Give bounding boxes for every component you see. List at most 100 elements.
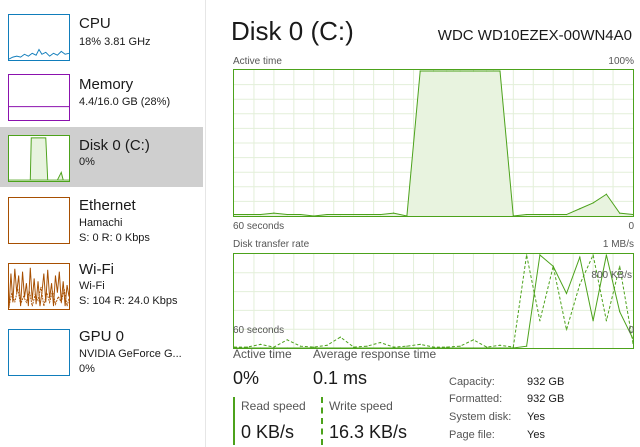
page-title: Disk 0 (C:): [231, 16, 354, 46]
read-speed-label: Read speed: [241, 399, 306, 413]
write-speed-point: [605, 320, 607, 322]
transfer-rate-graph-max: 1 MB/s: [602, 239, 634, 250]
page-file-value: Yes: [527, 429, 545, 441]
formatted-label: Formatted:: [449, 393, 503, 405]
write-speed-point: [472, 339, 474, 341]
sidebar-item-detail: 18% 3.81 GHz: [79, 36, 151, 48]
memory-thumbnail-graph: [8, 74, 70, 121]
disk-detail-panel: Disk 0 (C:) WDC WD10EZEX-00WN4A0 Active …: [206, 0, 640, 447]
sidebar-item-disk[interactable]: Disk 0 (C:) 0%: [0, 127, 203, 187]
sidebar-item-label: CPU: [79, 15, 111, 32]
active-time-graph: [233, 69, 634, 217]
sidebar-item-label: GPU 0: [79, 328, 125, 345]
read-speed-point: [526, 345, 528, 347]
read-speed-point: [592, 320, 594, 322]
active-time-point: [539, 213, 541, 216]
active-time-point: [299, 213, 302, 216]
read-speed-point: [459, 347, 461, 348]
write-speed-point: [379, 341, 381, 344]
write-speed-value: 16.3 KB/s: [329, 422, 408, 442]
transfer-rate-graph-min: 0: [628, 325, 634, 336]
transfer-rate-graph-label: Disk transfer rate: [233, 239, 310, 250]
resource-sidebar: CPU 18% 3.81 GHz Memory 4.4/16.0 GB (28%…: [0, 0, 206, 447]
sidebar-item-detail: 0%: [79, 156, 95, 168]
read-speed-point: [299, 347, 302, 348]
sidebar-item-detail: 4.4/16.0 GB (28%): [79, 96, 171, 108]
gpu-thumbnail-graph: [8, 329, 70, 376]
write-speed-point: [565, 329, 568, 331]
sidebar-item-detail: Hamachi: [79, 217, 123, 229]
write-speed-point: [526, 254, 528, 256]
system-disk-label: System disk:: [449, 411, 512, 423]
write-speed-point: [486, 346, 488, 348]
read-speed-value: 0 KB/s: [241, 422, 295, 442]
sidebar-item-gpu[interactable]: GPU 0 NVIDIA GeForce G... 0%: [0, 319, 203, 379]
read-speed-point: [579, 256, 581, 258]
write-speed-point: [459, 345, 461, 347]
capacity-value: 932 GB: [527, 376, 565, 388]
active-time-point: [339, 213, 341, 216]
capacity-label: Capacity:: [449, 376, 495, 388]
read-speed-box: Read speed 0 KB/s: [233, 397, 313, 445]
sidebar-item-detail-2: S: 104 R: 24.0 Kbps: [79, 295, 178, 307]
active-time-point: [366, 213, 368, 216]
avg-response-label: Average response time: [313, 347, 437, 361]
sidebar-item-detail: NVIDIA GeForce G...: [79, 348, 182, 360]
active-time-label: Active time: [233, 347, 292, 361]
active-time-point: [526, 213, 528, 216]
write-speed-point: [286, 339, 288, 341]
write-speed-point: [552, 265, 554, 267]
sidebar-item-memory[interactable]: Memory 4.4/16.0 GB (28%): [0, 67, 203, 127]
transfer-rate-graph: [233, 253, 634, 349]
read-speed-point: [565, 292, 568, 295]
write-speed-label: Write speed: [329, 399, 393, 413]
write-speed-point: [419, 343, 421, 345]
active-time-point: [499, 70, 501, 72]
active-time-point: [619, 212, 621, 214]
write-speed-point: [512, 346, 514, 348]
active-time-point: [393, 212, 395, 214]
write-speed-point: [339, 336, 341, 338]
active-time-point: [419, 70, 421, 72]
active-time-point: [552, 213, 554, 216]
read-speed-point: [619, 311, 621, 313]
active-time-graph-timespan: 60 seconds: [233, 221, 285, 232]
write-speed-point: [260, 343, 262, 345]
active-time-point: [592, 202, 594, 204]
disk-model: WDC WD10EZEX-00WN4A0: [437, 27, 632, 44]
write-speed-point: [326, 344, 328, 346]
transfer-rate-graph-timespan: 60 seconds: [233, 325, 285, 336]
active-time-point: [579, 208, 581, 210]
write-speed-box: Write speed 16.3 KB/s: [321, 397, 431, 445]
sidebar-item-ethernet[interactable]: Ethernet Hamachi S: 0 R: 0 Kbps: [0, 187, 203, 247]
active-time-point: [432, 70, 435, 72]
read-speed-point: [499, 347, 501, 348]
active-time-point: [286, 213, 288, 216]
avg-response-value: 0.1 ms: [313, 368, 368, 388]
active-time-graph-max: 100%: [608, 56, 634, 67]
write-speed-point: [592, 254, 594, 256]
active-time-point: [246, 213, 248, 216]
disk-thumbnail-graph: [8, 135, 70, 182]
active-time-point: [486, 70, 488, 72]
active-time-point: [605, 193, 607, 195]
wifi-thumb-line: [9, 267, 69, 309]
disk-thumb-area: [9, 137, 69, 181]
write-speed-point: [446, 346, 448, 348]
sidebar-item-detail: Wi-Fi: [79, 280, 105, 292]
active-time-point: [273, 212, 275, 214]
active-time-point: [353, 213, 355, 216]
active-time-point: [446, 70, 448, 72]
sidebar-item-cpu[interactable]: CPU 18% 3.81 GHz: [0, 7, 203, 67]
sidebar-item-wifi[interactable]: Wi-Fi Wi-Fi S: 104 R: 24.0 Kbps: [0, 249, 203, 310]
cpu-thumb-line: [9, 48, 69, 60]
transfer-rate-chart: [234, 254, 633, 348]
sidebar-item-detail-2: 0%: [79, 363, 95, 375]
active-time-chart: [234, 70, 633, 216]
active-time-value: 0%: [233, 368, 260, 388]
active-time-point: [472, 70, 474, 72]
page-file-label: Page file:: [449, 429, 495, 441]
active-time-graph-label: Active time: [233, 56, 282, 67]
sidebar-item-label: Memory: [79, 76, 134, 93]
read-speed-point: [539, 254, 541, 256]
